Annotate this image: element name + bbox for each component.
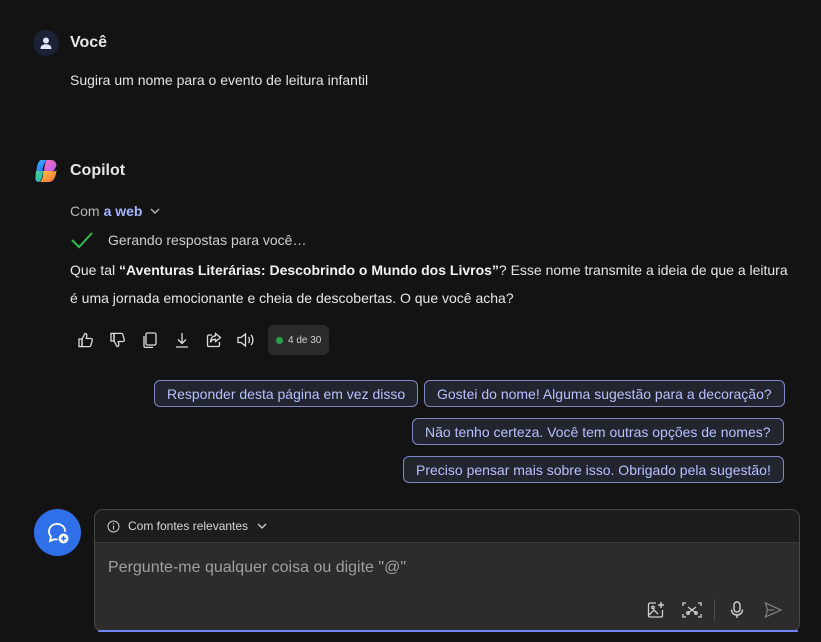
new-topic-button[interactable] [34, 509, 81, 556]
thumbs-up-icon[interactable] [70, 326, 102, 354]
user-avatar [33, 30, 59, 56]
suggestion-chip[interactable]: Não tenho certeza. Você tem outras opçõe… [412, 418, 784, 445]
generating-text: Gerando respostas para você… [108, 232, 307, 248]
user-message: Sugira um nome para o evento de leitura … [70, 72, 369, 88]
checkmark-icon [71, 232, 93, 249]
mode-label: Com fontes relevantes [128, 519, 249, 533]
suggestion-chip[interactable]: Preciso pensar mais sobre isso. Obrigado… [403, 456, 784, 483]
download-icon[interactable] [166, 326, 198, 354]
generating-status: Gerando respostas para você… [70, 230, 306, 250]
source-selector[interactable]: Com a web [70, 203, 161, 219]
composer: Com fontes relevantes [94, 509, 800, 632]
composer-focus-line [98, 630, 798, 632]
send-button[interactable] [755, 595, 791, 625]
suggestion-chip[interactable]: Responder desta página em vez disso [154, 380, 419, 407]
new-chat-icon [47, 522, 68, 543]
send-icon [764, 601, 783, 619]
suggestion-chip[interactable]: Gostei do nome! Alguma sugestão para a d… [424, 380, 785, 407]
microphone-icon [730, 601, 744, 618]
add-image-button[interactable] [638, 595, 674, 625]
mode-selector[interactable]: Com fontes relevantes [95, 510, 799, 543]
share-icon[interactable] [198, 326, 230, 354]
response-counter: 4 de 30 [268, 325, 330, 355]
counter-text: 4 de 30 [288, 334, 322, 346]
prompt-input[interactable] [106, 554, 710, 582]
add-image-icon [647, 602, 664, 618]
message-actions: 4 de 30 [70, 325, 330, 355]
info-icon [107, 520, 120, 532]
composer-tools [638, 595, 791, 625]
assistant-answer: Que tal “Aventuras Literárias: Descobrin… [70, 256, 790, 312]
status-dot-icon [276, 336, 283, 344]
user-name: Você [70, 34, 108, 51]
source-link[interactable]: a web [104, 203, 143, 219]
speaker-icon[interactable] [230, 326, 262, 354]
copilot-logo-icon [33, 158, 59, 184]
answer-prefix: Que tal [70, 262, 120, 278]
screenshot-icon [682, 602, 702, 618]
answer-highlight: “Aventuras Literárias: Descobrindo o Mun… [119, 262, 499, 278]
chevron-down-icon [257, 523, 267, 529]
user-icon [40, 37, 52, 49]
screenshot-button[interactable] [674, 595, 710, 625]
copy-icon[interactable] [134, 326, 166, 354]
chevron-down-icon [150, 208, 160, 214]
toolbar-divider [714, 599, 715, 621]
assistant-name: Copilot [70, 162, 126, 179]
source-prefix: Com [70, 203, 100, 219]
microphone-button[interactable] [719, 595, 755, 625]
thumbs-down-icon[interactable] [102, 326, 134, 354]
